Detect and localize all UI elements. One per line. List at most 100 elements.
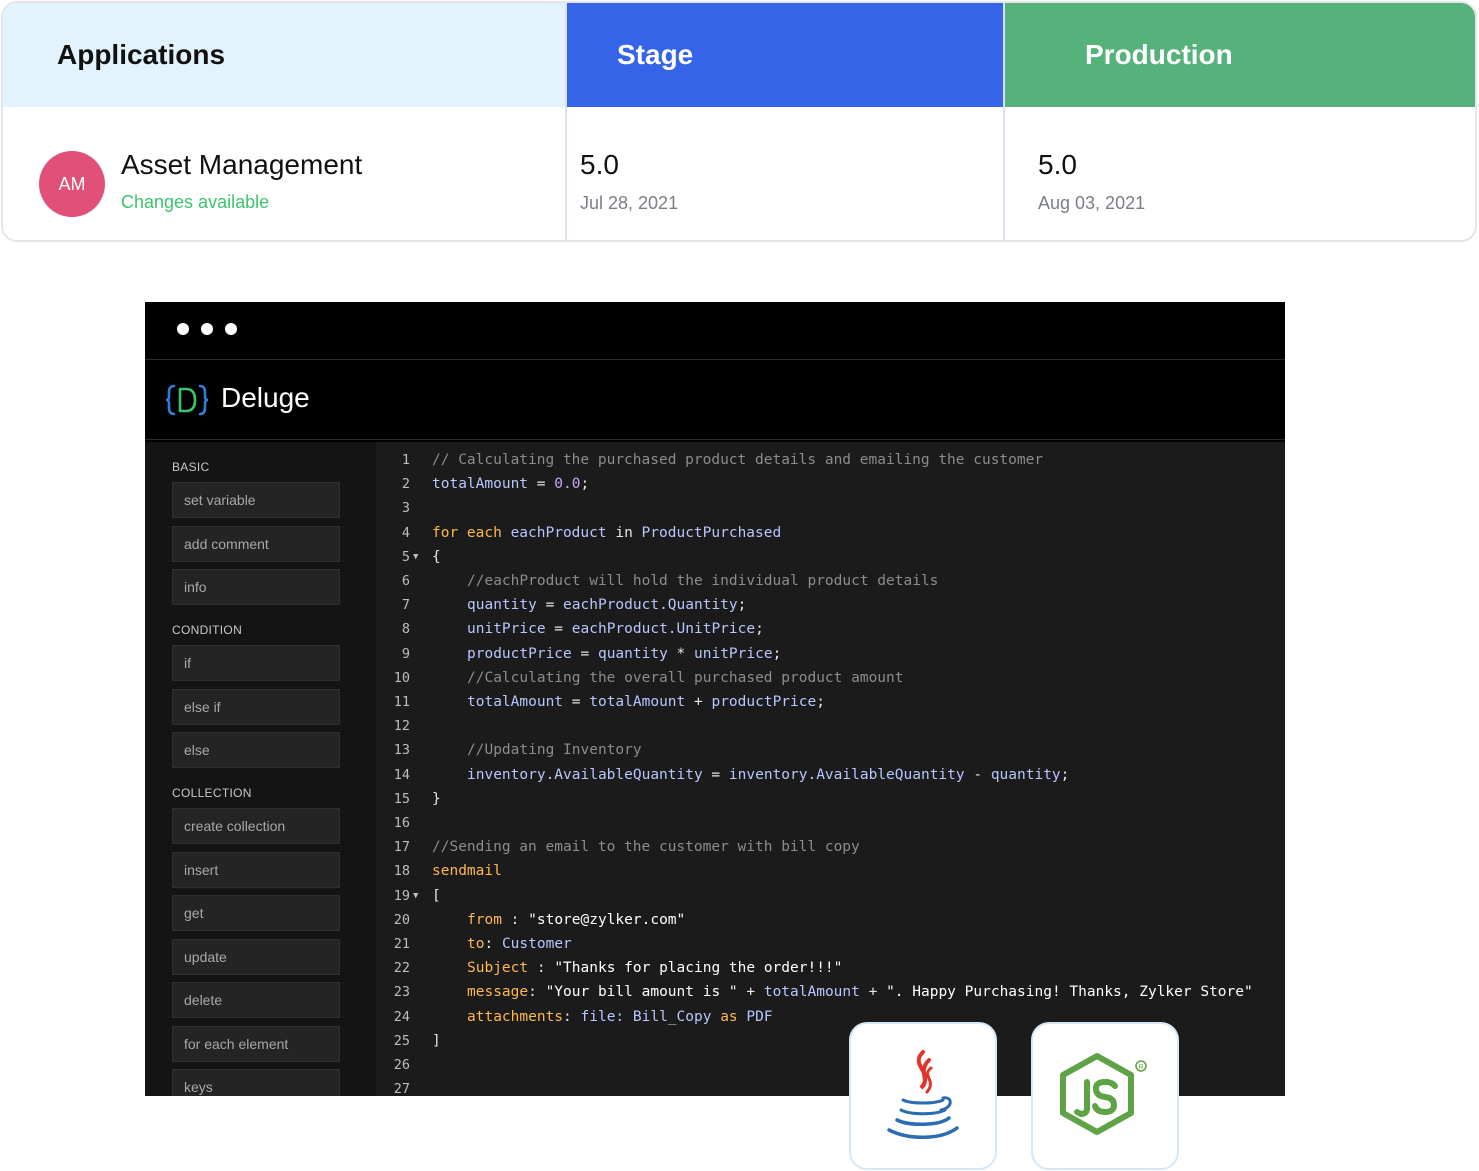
code-line[interactable]: 21 to: Customer <box>376 932 1285 956</box>
code-line[interactable]: 22 Subject : "Thanks for placing the orde… <box>376 956 1285 980</box>
snippet-button-info[interactable]: info <box>172 569 340 605</box>
code-text: //Updating Inventory <box>467 738 642 762</box>
code-text: productPrice = quantity * unitPrice; <box>467 642 781 666</box>
code-line[interactable]: 23 message: "Your bill amount is " + tota… <box>376 980 1285 1004</box>
code-line[interactable]: 13 //Updating Inventory <box>376 738 1285 762</box>
code-token: 0.0 <box>554 476 581 493</box>
snippet-button-set-variable[interactable]: set variable <box>172 482 340 518</box>
code-line[interactable]: 3 <box>376 496 1285 520</box>
code-token: quantity <box>990 766 1061 783</box>
code-token: } <box>432 790 441 807</box>
code-token: //Calculating the overall purchased prod… <box>467 669 904 686</box>
line-number: 13 <box>393 742 410 759</box>
snippet-button-get[interactable]: get <box>172 895 340 931</box>
line-number: 12 <box>393 718 410 735</box>
snippet-button-add-comment[interactable]: add comment <box>172 525 340 562</box>
snippet-button-update[interactable]: update <box>172 938 340 975</box>
code-line[interactable]: 5 ▼ { <box>376 545 1285 569</box>
production-date: Aug 03, 2021 <box>1038 193 1146 213</box>
line-number: 11 <box>393 694 410 710</box>
code-line[interactable]: 16 <box>376 811 1285 835</box>
code-line[interactable]: 15} <box>376 787 1285 811</box>
window-dot-icon <box>177 323 189 335</box>
code-token: ] <box>432 1032 441 1049</box>
line-number: 23 <box>393 984 410 1001</box>
code-editor[interactable]: 1 // Calculating the purchased product de… <box>376 442 1285 1096</box>
code-token: ProductPurchased <box>632 524 782 541</box>
code-line[interactable]: 4 for each eachProduct in ProductPurchase… <box>376 521 1285 545</box>
snippet-button-else[interactable]: else <box>172 732 340 768</box>
code-text: Subject : "Thanks for placing the order!… <box>467 956 842 980</box>
code-line[interactable]: 8 unitPrice = eachProduct.UnitPrice; <box>376 617 1285 641</box>
line-number: 22 <box>393 960 410 977</box>
code-token: = <box>536 597 564 614</box>
line-number: 26 <box>393 1057 410 1073</box>
brand-name: Deluge <box>221 382 310 413</box>
application-row[interactable]: AM Asset Management Changes available <box>3 107 565 240</box>
snippet-button-delete[interactable]: delete <box>172 982 340 1018</box>
fold-arrow-icon[interactable]: ▼ <box>413 884 418 908</box>
code-line[interactable]: 10 //Calculating the overall purchased pr… <box>376 666 1285 690</box>
code-token: ". Happy Purchasing! Thanks, Zylker Stor… <box>886 984 1253 1001</box>
sidebar-section-label: COLLECTION <box>172 786 252 800</box>
code-token: totalAmount <box>467 694 564 710</box>
snippet-button-for-each-element[interactable]: for each element <box>172 1025 340 1062</box>
code-token: Subject <box>467 960 529 977</box>
code-token: "Your bill amount is " <box>545 984 738 1001</box>
line-number: 21 <box>393 936 410 952</box>
code-line[interactable]: 17 //Sending an email to the customer wit… <box>376 835 1285 859</box>
code-text: quantity = eachProduct.Quantity; <box>467 593 746 617</box>
code-token: = <box>702 766 729 783</box>
code-line[interactable]: 18 sendmail <box>376 859 1285 883</box>
code-token: "store@zylker.com" <box>528 911 686 928</box>
code-token: //eachProduct will hold the individual p… <box>467 573 939 589</box>
line-number: 14 <box>393 766 410 783</box>
code-text: //eachProduct will hold the individual p… <box>467 569 938 593</box>
nodejs-badge: R <box>1031 1022 1179 1170</box>
snippet-button-if[interactable]: if <box>172 645 340 681</box>
code-token: = <box>528 476 555 493</box>
sidebar-section-label: CONDITION <box>172 623 243 637</box>
code-token: ; <box>1060 766 1070 783</box>
snippet-sidebar: BASIC set variable add comment info CONDITIO… <box>145 442 376 1096</box>
code-token: Customer <box>501 936 572 952</box>
window-dot-icon <box>201 323 213 335</box>
code-token: unitPrice <box>694 645 773 662</box>
editor-brand-bar: Deluge <box>145 360 1285 440</box>
line-number: 4 <box>401 524 410 541</box>
code-token: ; <box>816 694 825 710</box>
line-number: 3 <box>401 500 410 517</box>
snippet-button-else-if[interactable]: else if <box>172 688 340 725</box>
code-text: unitPrice = eachProduct.UnitPrice; <box>467 617 764 641</box>
snippet-button-create-collection[interactable]: create collection <box>172 808 340 844</box>
code-line[interactable]: 12 <box>376 714 1285 738</box>
application-name[interactable]: Asset Management <box>121 149 362 181</box>
code-token: from <box>467 911 502 928</box>
code-token: + <box>685 694 712 710</box>
code-line[interactable]: 7 quantity = eachProduct.Quantity; <box>376 593 1285 617</box>
fold-arrow-icon[interactable]: ▼ <box>413 545 418 569</box>
code-line[interactable]: 11 totalAmount = totalAmount + productPri… <box>376 690 1285 714</box>
line-number: 20 <box>393 911 410 928</box>
code-line[interactable]: 20 from : "store@zylker.com" <box>376 908 1285 932</box>
line-number: 5 <box>401 548 410 565</box>
code-line[interactable]: 14 inventory.AvailableQuantity = inventor… <box>376 763 1285 787</box>
snippet-button-keys[interactable]: keys <box>172 1069 340 1096</box>
line-number: 10 <box>393 669 410 686</box>
code-line[interactable]: 2 totalAmount = 0.0; <box>376 472 1285 496</box>
code-line[interactable]: 1 // Calculating the purchased product de… <box>376 448 1285 472</box>
code-token: : <box>528 960 555 977</box>
code-token: as <box>720 1008 738 1025</box>
code-line[interactable]: 9 productPrice = quantity * unitPrice; <box>376 642 1285 666</box>
code-text: //Sending an email to the customer with … <box>432 835 860 859</box>
code-line[interactable]: 19 ▼ [ <box>376 884 1285 908</box>
code-token: = <box>571 645 598 662</box>
code-text: [ <box>432 884 441 908</box>
snippet-button-insert[interactable]: insert <box>172 851 340 888</box>
code-token: message <box>467 984 529 1001</box>
code-line[interactable]: 6 //eachProduct will hold the individual … <box>376 569 1285 593</box>
code-text: // Calculating the purchased product det… <box>432 448 1043 472</box>
stage-column: Stage 5.0 Jul 28, 2021 <box>565 3 1003 240</box>
production-column: Production 5.0 Aug 03, 2021 <box>1003 3 1475 240</box>
code-token: = <box>563 694 590 710</box>
